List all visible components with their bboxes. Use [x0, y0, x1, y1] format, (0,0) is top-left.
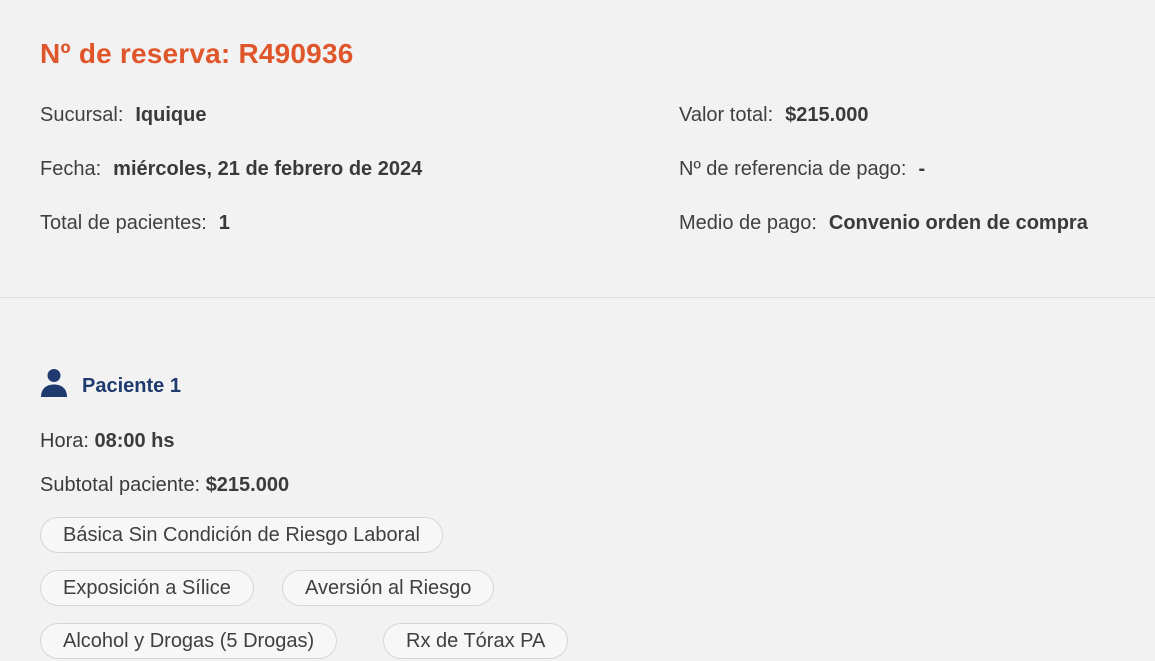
- date-row: Fecha: miércoles, 21 de febrero de 2024: [40, 157, 422, 181]
- total-value-label: Valor total:: [679, 104, 774, 126]
- total-value-row: Valor total: $215.000: [679, 103, 869, 127]
- payment-reference-value: -: [918, 158, 926, 180]
- date-label: Fecha:: [40, 158, 102, 180]
- patients-total-label: Total de pacientes:: [40, 212, 207, 234]
- exam-tag: Aversión al Riesgo: [282, 570, 495, 606]
- appointment-time-label: Hora:: [40, 430, 89, 452]
- appointment-time-value: 08:00 hs: [94, 430, 175, 452]
- reservation-number-title: Nº de reserva: R490936: [40, 38, 354, 69]
- patient-title: Paciente 1: [82, 375, 181, 397]
- branch-label: Sucursal:: [40, 104, 124, 126]
- payment-method-value: Convenio orden de compra: [828, 212, 1088, 234]
- appointment-time-row: Hora: 08:00 hs: [40, 429, 175, 453]
- patients-total-row: Total de pacientes: 1: [40, 211, 230, 235]
- patient-header: Paciente 1: [40, 364, 181, 398]
- branch-row: Sucursal: Iquique: [40, 103, 206, 127]
- patient-subtotal-label: Subtotal paciente:: [40, 474, 201, 496]
- total-value-amount: $215.000: [785, 104, 869, 126]
- payment-method-row: Medio de pago: Convenio orden de compra: [679, 211, 1088, 235]
- payment-reference-row: Nº de referencia de pago: -: [679, 157, 925, 181]
- patient-subtotal-value: $215.000: [205, 474, 290, 496]
- patient-subtotal-row: Subtotal paciente: $215.000: [40, 473, 289, 497]
- exam-tag: Exposición a Sílice: [40, 570, 254, 606]
- branch-value: Iquique: [135, 104, 207, 126]
- payment-method-label: Medio de pago:: [679, 212, 817, 234]
- person-icon: [41, 369, 67, 397]
- reservation-detail-page: Nº de reserva: R490936 Sucursal: Iquique …: [0, 0, 1155, 661]
- exam-tag: Rx de Tórax PA: [383, 623, 569, 659]
- exam-tag: Básica Sin Condición de Riesgo Laboral: [40, 517, 443, 553]
- section-divider: [0, 297, 1155, 298]
- patients-total-value: 1: [218, 212, 230, 234]
- payment-reference-label: Nº de referencia de pago:: [679, 158, 907, 180]
- exam-tag: Alcohol y Drogas (5 Drogas): [40, 623, 338, 659]
- date-value: miércoles, 21 de febrero de 2024: [113, 158, 423, 180]
